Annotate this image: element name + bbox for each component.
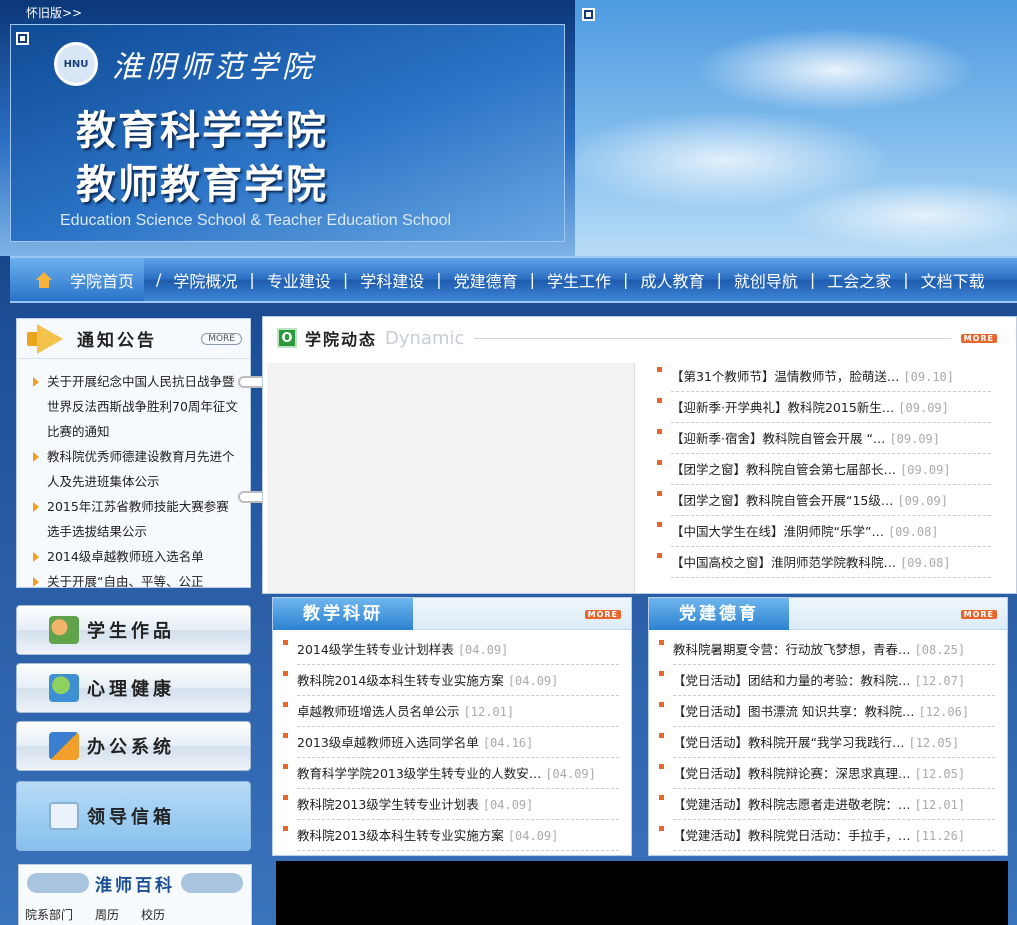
nav-item-adult-education[interactable]: 成人教育 <box>640 268 704 292</box>
party-item[interactable]: 【党建活动】教科院志愿者走进敬老院：… [12.01] <box>659 789 995 820</box>
college-news-more-button[interactable]: MORE <box>960 333 997 343</box>
teaching-research-more-button[interactable]: MORE <box>584 610 621 619</box>
nav-item-students[interactable]: 学生工作 <box>547 268 611 292</box>
notice-more-button[interactable]: MORE <box>201 332 242 345</box>
news-item[interactable]: 【第31个教师节】温情教师节，脸萌送… [09.10] <box>657 361 991 392</box>
students-icon <box>49 616 79 644</box>
teaching-research-box: 教学科研 MORE 2014级学生转专业计划样表 [04.09] 教科院2014级… <box>272 597 632 856</box>
flash-placeholder-icon <box>16 32 29 45</box>
news-tag-icon: O <box>277 328 297 348</box>
research-item[interactable]: 教科院2014级本科生转专业实施方案 [04.09] <box>283 665 619 696</box>
office-form-icon <box>49 732 79 760</box>
news-item[interactable]: 【中国大学生在线】淮阴师院“乐学”… [09.08] <box>657 516 991 547</box>
party-building-title: 党建德育 <box>649 598 789 630</box>
leader-mailbox-button[interactable]: 领导信箱 <box>16 781 251 851</box>
research-item[interactable]: 教科院2013级学生转专业计划表 [04.09] <box>283 789 619 820</box>
wiki-box: 淮师百科 院系部门 周历 校历 <box>18 864 252 925</box>
envelope-icon <box>49 802 79 830</box>
party-item[interactable]: 教科院暑期夏令营：行动放飞梦想，青春… [08.25] <box>659 634 995 665</box>
notice-list: 关于开展纪念中国人民抗日战争暨 世界反法西斯战争胜利70周年征文比赛的通知 教科… <box>17 359 250 587</box>
party-item[interactable]: 【党日活动】教科院开展“我学习我践行… [12.05] <box>659 727 995 758</box>
nav-home[interactable]: 学院首页 <box>10 258 145 301</box>
news-item[interactable]: 【迎新季·开学典礼】教科院2015新生… [09.09] <box>657 392 991 423</box>
school-seal-logo: HNU <box>54 42 98 86</box>
research-item[interactable]: 2014级学生转专业计划样表 [04.09] <box>283 634 619 665</box>
college-news-header: O 学院动态 Dynamic MORE <box>277 325 997 351</box>
party-item[interactable]: 【党日活动】团结和力量的考验：教科院… [12.07] <box>659 665 995 696</box>
wiki-links: 院系部门 周历 校历 <box>25 906 165 923</box>
photo-slideshow[interactable] <box>267 363 635 593</box>
party-building-header: 党建德育 MORE <box>649 598 1007 630</box>
college-title-2: 教师教育学院 <box>76 162 328 208</box>
header-banner: 怀旧版>> HNU 淮阴师范学院 教育科学学院 教师教育学院 Education… <box>0 0 1017 256</box>
notice-item[interactable]: 关于开展纪念中国人民抗日战争暨 世界反法西斯战争胜利70周年征文比赛的通知 <box>33 369 238 444</box>
media-embed-area <box>276 861 1008 925</box>
research-item[interactable]: 教育科学学院2013级学生转专业的人数安… [04.09] <box>283 758 619 789</box>
flash-placeholder-icon <box>582 8 595 21</box>
office-system-button[interactable]: 办公系统 <box>16 721 251 771</box>
notice-item[interactable]: 教科院优秀师德建设教育月先进个人及先进班集体公示 <box>33 444 238 494</box>
party-building-list: 教科院暑期夏令营：行动放飞梦想，青春… [08.25] 【党日活动】团结和力量的考… <box>659 634 995 851</box>
mental-health-button[interactable]: 心理健康 <box>16 663 251 713</box>
nav-item-majors[interactable]: 专业建设 <box>267 268 331 292</box>
college-title-1: 教育科学学院 <box>76 108 328 154</box>
home-icon <box>34 271 54 288</box>
party-item[interactable]: 【党日活动】教科院辩论赛：深思求真理… [12.05] <box>659 758 995 789</box>
party-building-more-button[interactable]: MORE <box>960 610 997 619</box>
college-news-title: 学院动态 <box>305 330 378 349</box>
news-item[interactable]: 【团学之窗】教科院自管会开展“15级… [09.09] <box>657 485 991 516</box>
office-system-label: 办公系统 <box>87 737 175 758</box>
nav-item-career[interactable]: 就创导航 <box>734 268 798 292</box>
notice-item[interactable]: 2014级卓越教师班入选名单 <box>33 544 238 569</box>
megaphone-icon <box>23 322 67 356</box>
old-version-link[interactable]: 怀旧版>> <box>26 4 82 21</box>
cloud-ornament-right <box>181 873 243 893</box>
college-news-box: O 学院动态 Dynamic MORE 【第31个教师节】温情教师节，脸萌送…[… <box>262 316 1017 594</box>
notice-item[interactable]: 2015年江苏省教师技能大赛参赛选手选拔结果公示 <box>33 494 238 544</box>
student-works-button[interactable]: 学生作品 <box>16 605 251 655</box>
nav-item-disciplines[interactable]: 学科建设 <box>360 268 424 292</box>
nav-item-union[interactable]: 工会之家 <box>827 268 891 292</box>
research-item[interactable]: 2013级卓越教师班入选同学名单 [04.16] <box>283 727 619 758</box>
college-news-title-en: Dynamic <box>385 327 465 349</box>
party-item[interactable]: 【党建活动】教科院党日活动：手拉手，… [11.26] <box>659 820 995 851</box>
notice-item[interactable]: 关于开展“自由、平等、公正 <box>33 569 238 587</box>
cloud-ornament-left <box>27 873 89 893</box>
wiki-link-weekly-calendar[interactable]: 周历 <box>95 906 119 923</box>
teaching-research-header: 教学科研 MORE <box>273 598 631 630</box>
research-item[interactable]: 教科院2013级本科生转专业实施方案 [04.09] <box>283 820 619 851</box>
research-item[interactable]: 卓越教师班增选人员名单公示 [12.01] <box>283 696 619 727</box>
mental-health-label: 心理健康 <box>87 679 175 700</box>
nav-home-link[interactable]: 学院首页 <box>70 268 134 292</box>
leader-mailbox-label: 领导信箱 <box>87 807 175 828</box>
student-works-label: 学生作品 <box>87 621 175 642</box>
party-building-box: 党建德育 MORE 教科院暑期夏令营：行动放飞梦想，青春… [08.25] 【党日… <box>648 597 1008 856</box>
main-nav: 学院首页 / 学院概况 | 专业建设 | 学科建设 | 党建德育 | 学生工作 | 成人教… <box>10 256 1017 303</box>
chat-bubbles-icon <box>49 674 79 702</box>
college-news-list: 【第31个教师节】温情教师节，脸萌送… [09.10] 【迎新季·开学典礼】教科院… <box>657 361 991 578</box>
notice-title: 通知公告 <box>77 331 157 351</box>
news-item[interactable]: 【团学之窗】教科院自管会第七届部长… [09.09] <box>657 454 991 485</box>
divider <box>474 337 951 339</box>
notice-box: 通知公告 MORE 关于开展纪念中国人民抗日战争暨 世界反法西斯战争胜利70周年… <box>16 318 251 588</box>
wiki-link-school-calendar[interactable]: 校历 <box>141 906 165 923</box>
nav-item-party[interactable]: 党建德育 <box>454 268 518 292</box>
wiki-link-departments[interactable]: 院系部门 <box>25 906 73 923</box>
news-item[interactable]: 【迎新季·宿舍】教科院自管会开展 “… [09.09] <box>657 423 991 454</box>
nav-item-overview[interactable]: 学院概况 <box>173 268 237 292</box>
nav-separator: / <box>156 270 162 289</box>
college-title-en: Education Science School & Teacher Educa… <box>60 212 452 229</box>
school-name-logo: 淮阴师范学院 <box>112 50 316 85</box>
sky-background <box>575 0 1017 256</box>
notice-header: 通知公告 MORE <box>17 319 250 359</box>
teaching-research-title: 教学科研 <box>273 598 413 630</box>
party-item[interactable]: 【党日活动】图书漂流 知识共享：教科院… [12.06] <box>659 696 995 727</box>
nav-item-downloads[interactable]: 文档下载 <box>921 268 985 292</box>
teaching-research-list: 2014级学生转专业计划样表 [04.09] 教科院2014级本科生转专业实施方案… <box>283 634 619 851</box>
news-item[interactable]: 【中国高校之窗】淮阴师范学院教科院… [09.08] <box>657 547 991 578</box>
